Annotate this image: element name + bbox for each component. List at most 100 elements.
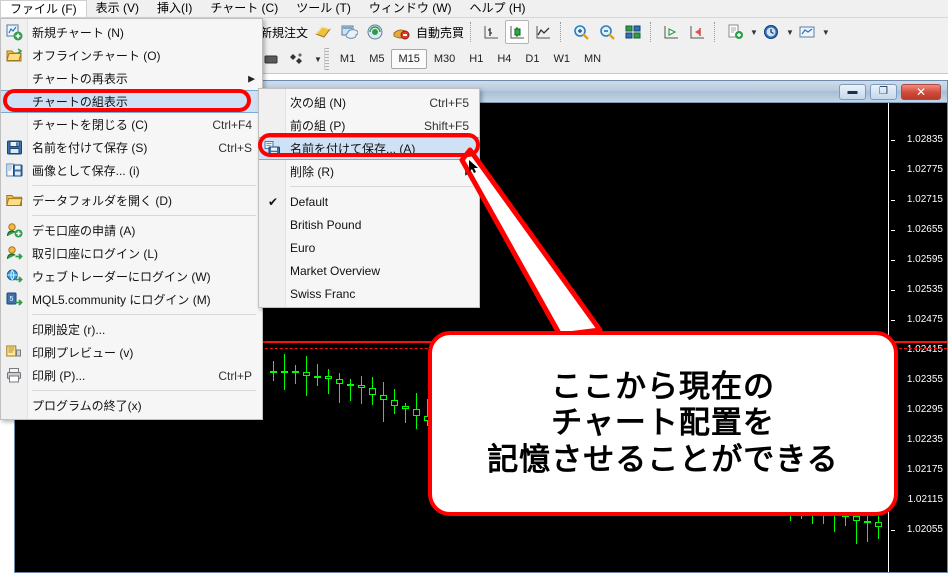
menu-item-p[interactable]: 前の組 (P) Shift+F5	[259, 114, 479, 137]
candlestick-wick	[328, 369, 329, 395]
file-menu[interactable]: 新規チャート (N) オフラインチャート (O) チャートの再表示 ▶ チャートの組表示…	[0, 18, 263, 420]
candlestick-body	[875, 521, 882, 527]
menubar-item-window[interactable]: ウィンドウ (W)	[360, 0, 461, 17]
timeframe-button-mn[interactable]: MN	[577, 49, 608, 69]
menu-item-label: チャートの再表示	[32, 72, 128, 86]
menu-item-[interactable]: チャートの組表示	[1, 90, 262, 113]
timeframe-button-m30[interactable]: M30	[427, 49, 462, 69]
price-axis-tick	[891, 170, 895, 171]
menu-item-default[interactable]: ✔ Default	[259, 190, 479, 213]
menubar-item-view[interactable]: 表示 (V)	[87, 0, 148, 17]
menu-item-p[interactable]: 印刷 (P)... Ctrl+P	[1, 364, 262, 387]
menubar-item-tools[interactable]: ツール (T)	[287, 0, 360, 17]
menu-item-i[interactable]: 画像として保存... (i)	[1, 159, 262, 182]
candlestick-wick	[878, 516, 879, 539]
menu-item-c[interactable]: チャートを閉じる (C) Ctrl+F4	[1, 113, 262, 136]
timeframe-toolbar-grip[interactable]	[323, 48, 329, 70]
menu-item-label: 前の組 (P)	[290, 119, 346, 133]
menubar-item-help[interactable]: ヘルプ (H)	[461, 0, 535, 17]
minimize-button[interactable]: ▬	[839, 83, 866, 100]
autotrading-icon[interactable]	[389, 20, 413, 44]
menu-item-label: Default	[290, 194, 329, 209]
navigator-icon[interactable]	[363, 20, 387, 44]
timeframe-button-m1[interactable]: M1	[333, 49, 362, 69]
menu-item-x[interactable]: プログラムの終了(x)	[1, 394, 262, 417]
menubar-item-file[interactable]: ファイル (F)	[0, 0, 87, 17]
timeframe-button-h4[interactable]: H4	[490, 49, 518, 69]
webtrader-icon	[5, 268, 23, 286]
templates-icon[interactable]	[795, 20, 819, 44]
menu-separator	[32, 215, 256, 216]
menubar-item-charts[interactable]: チャート (C)	[201, 0, 287, 17]
candlestick-chart-icon[interactable]	[505, 20, 530, 44]
bar-chart-icon[interactable]	[479, 20, 503, 44]
timeframe-button-m5[interactable]: M5	[362, 49, 391, 69]
period-dropdown-icon[interactable]: ▼	[786, 28, 794, 37]
maximize-button[interactable]: ❐	[870, 83, 897, 100]
candlestick-body	[281, 370, 288, 373]
objects-icon[interactable]	[285, 47, 311, 71]
zoom-out-icon[interactable]	[595, 20, 619, 44]
menu-item-v[interactable]: 印刷プレビュー (v)	[1, 341, 262, 364]
timeframe-button-h1[interactable]: H1	[462, 49, 490, 69]
menu-item-r[interactable]: 削除 (R) ▶	[259, 160, 479, 183]
menu-item-label: ウェブトレーダーにログイン (W)	[32, 270, 211, 284]
indicators-icon[interactable]	[723, 20, 747, 44]
data-window-icon[interactable]	[337, 20, 361, 44]
price-axis-tick	[891, 200, 895, 201]
menu-item-l[interactable]: 取引口座にログイン (L)	[1, 242, 262, 265]
line-chart-icon[interactable]	[531, 20, 555, 44]
timeframe-button-d1[interactable]: D1	[518, 49, 546, 69]
menu-item-s[interactable]: 名前を付けて保存 (S) Ctrl+S	[1, 136, 262, 159]
chart-profiles-submenu[interactable]: 次の組 (N) Ctrl+F5 前の組 (P) Shift+F5 名前を付けて保存...…	[258, 88, 480, 308]
timeframe-button-m15[interactable]: M15	[391, 49, 427, 69]
candlestick-body	[380, 394, 387, 401]
autotrading-label[interactable]: 自動売買	[414, 24, 466, 41]
price-axis-tick	[891, 260, 895, 261]
menu-item-a[interactable]: デモ口座の申請 (A)	[1, 219, 262, 242]
market-watch-icon[interactable]	[311, 20, 335, 44]
new-order-label[interactable]: 新規注文	[258, 24, 310, 41]
indicators-dropdown-icon[interactable]: ▼	[750, 28, 758, 37]
price-axis-label: 1.02535	[906, 284, 943, 295]
auto-scroll-icon[interactable]	[659, 20, 683, 44]
save-as-profile-icon	[263, 140, 281, 158]
price-axis-label: 1.02055	[906, 524, 943, 535]
period-icon[interactable]	[759, 20, 783, 44]
menu-item-o[interactable]: オフラインチャート (O)	[1, 44, 262, 67]
menu-item-n[interactable]: 次の組 (N) Ctrl+F5	[259, 91, 479, 114]
price-axis-tick	[891, 320, 895, 321]
menu-item-market-overview[interactable]: Market Overview	[259, 259, 479, 282]
menu-item-british-pound[interactable]: British Pound	[259, 213, 479, 236]
menu-item-label: 新規チャート (N)	[32, 26, 124, 40]
svg-text:5: 5	[9, 296, 13, 303]
menu-item-[interactable]: チャートの再表示 ▶	[1, 67, 262, 90]
app-root: ▬ ❐ ✕ 1.02835 1.02775 1.02715 1.02655 1.0259…	[0, 0, 948, 573]
candlestick-body	[336, 378, 343, 384]
timeframe-button-group: M1 M5 M15 M30 H1 H4 D1 W1 MN	[333, 49, 608, 69]
menu-item-a[interactable]: 名前を付けて保存... (A)	[259, 137, 479, 160]
timeframe-button-w1[interactable]: W1	[546, 49, 577, 69]
menu-item-label: Euro	[290, 240, 316, 255]
menu-item-d[interactable]: データフォルダを開く (D)	[1, 189, 262, 212]
menu-item-n[interactable]: 新規チャート (N)	[1, 21, 262, 44]
menu-item-euro[interactable]: Euro	[259, 236, 479, 259]
close-button[interactable]: ✕	[901, 83, 941, 100]
toolbar-row-timeframes: ▼ M1 M5 M15 M30 H1 H4 D1 W1 MN	[258, 46, 608, 72]
annotation-callout-text: ここから現在の チャート配置を 記憶させることができる	[487, 368, 839, 478]
chart-shift-icon[interactable]	[685, 20, 709, 44]
menu-item-mql5-community-m[interactable]: 5 MQL5.community にログイン (M)	[1, 288, 262, 311]
objects-dropdown-icon[interactable]: ▼	[314, 55, 322, 64]
zoom-in-icon[interactable]	[569, 20, 593, 44]
toolbar-row-main: 新規注文 自動売買 ▼ ▼ ▼	[258, 19, 830, 45]
menu-item-r[interactable]: 印刷設定 (r)...	[1, 318, 262, 341]
menu-item-w[interactable]: ウェブトレーダーにログイン (W)	[1, 265, 262, 288]
menubar-item-insert[interactable]: 挿入(I)	[148, 0, 201, 17]
toolbar-separator-1	[470, 22, 474, 42]
menu-item-swiss-franc[interactable]: Swiss Franc	[259, 282, 479, 305]
price-axis-label: 1.02235	[906, 434, 943, 445]
templates-dropdown-icon[interactable]: ▼	[822, 28, 830, 37]
menu-separator	[32, 314, 256, 315]
menu-separator	[32, 390, 256, 391]
tile-windows-icon[interactable]	[621, 20, 645, 44]
